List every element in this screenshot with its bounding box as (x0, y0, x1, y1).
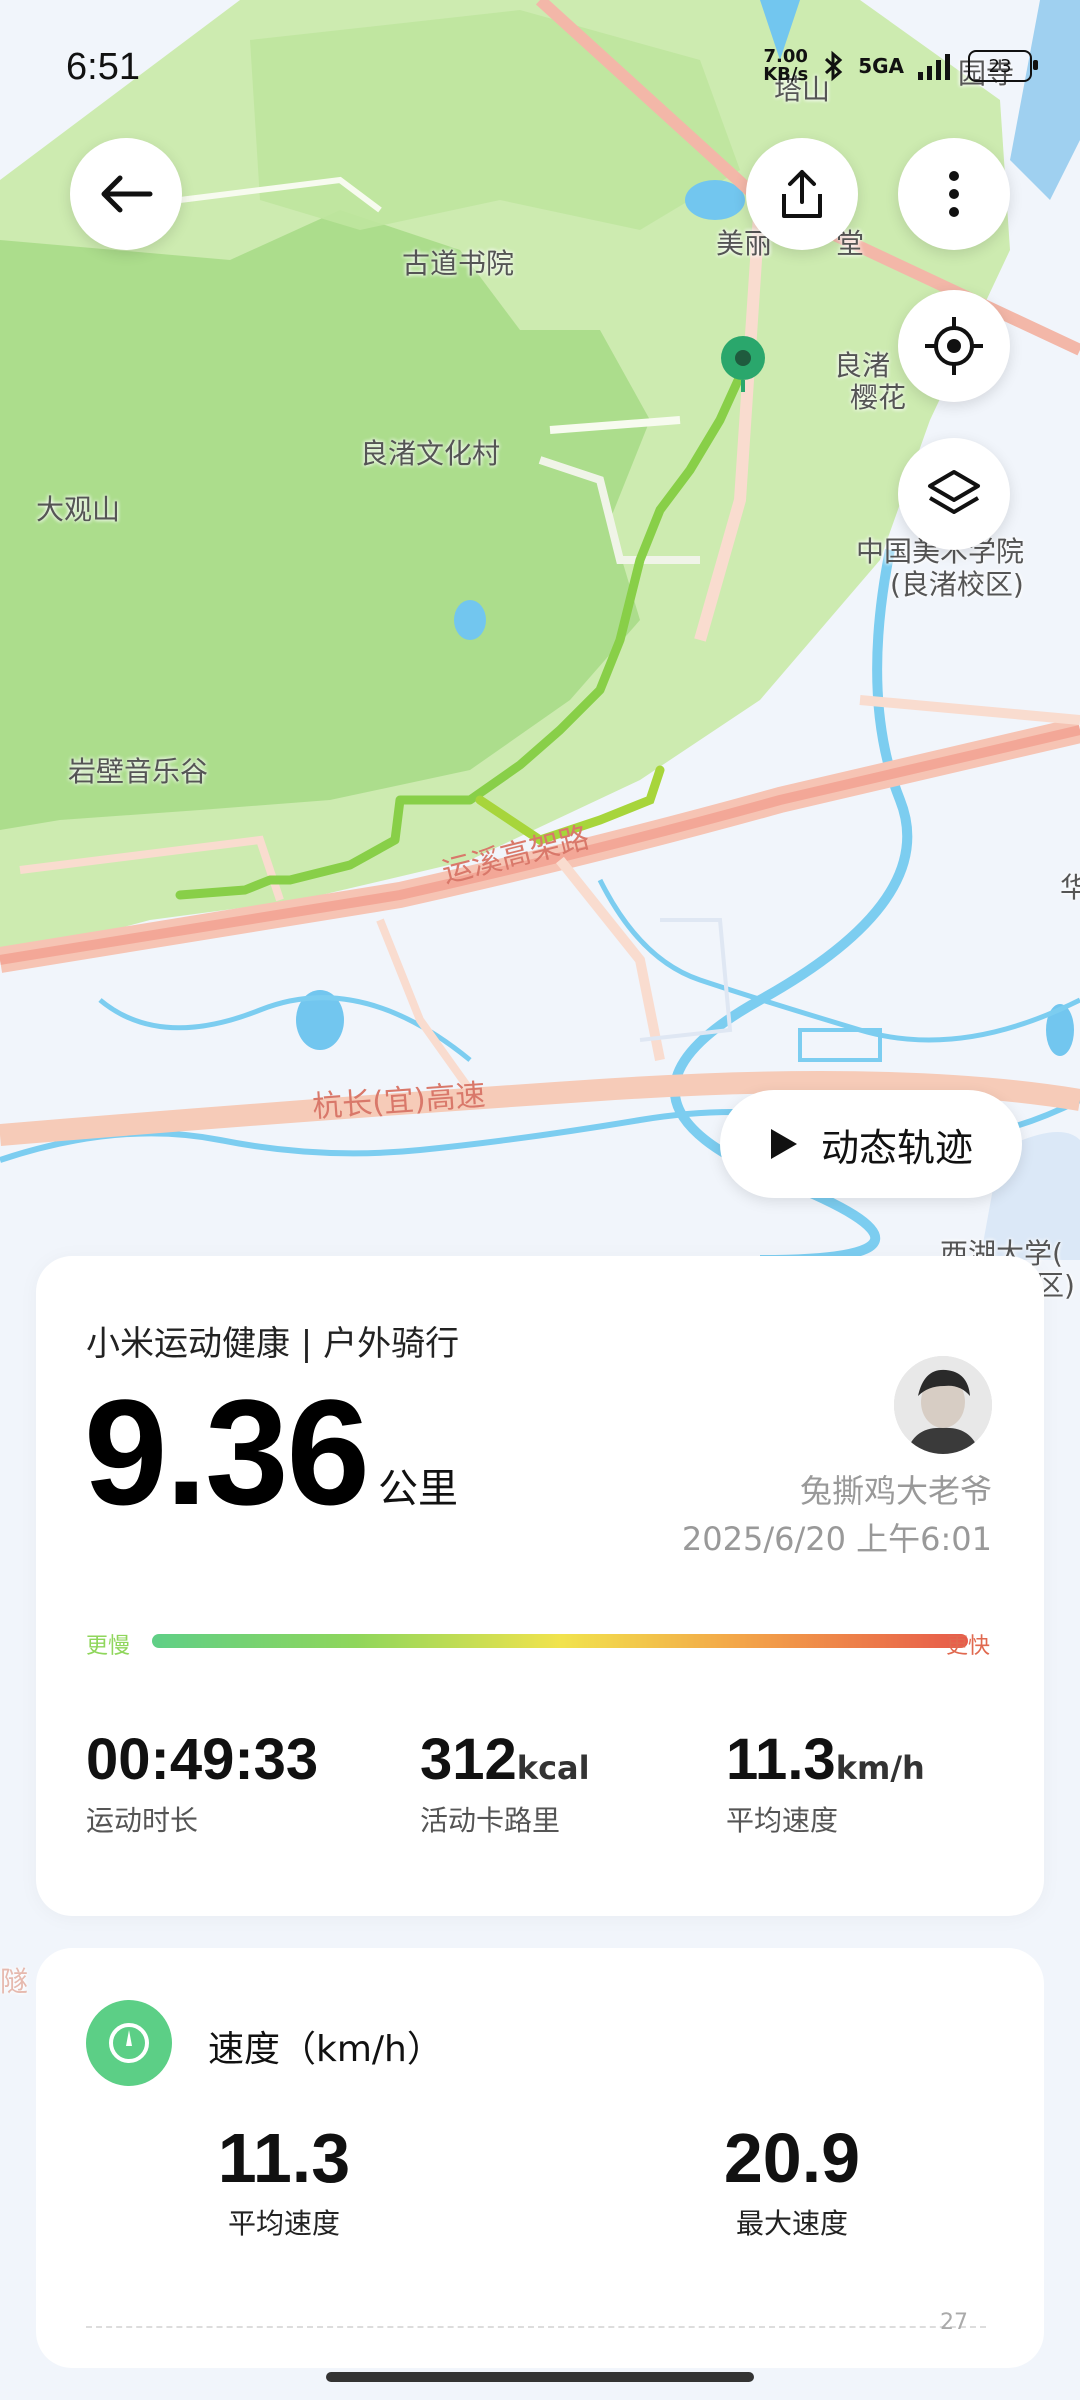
more-button[interactable] (898, 138, 1010, 250)
stat-duration-value: 00:49:33 (86, 1727, 319, 1792)
speed-chart-gridline (86, 2326, 986, 2328)
speedometer-icon (86, 2000, 172, 2086)
locate-button[interactable] (898, 290, 1010, 402)
user-avatar-image (894, 1356, 992, 1454)
speed-gradient-legend (152, 1634, 968, 1648)
user-name: 兔撕鸡大老爷 (799, 1472, 992, 1510)
faster-label: 更快 (946, 1634, 991, 1659)
stat-calories-label: 活动卡路里 (420, 1804, 561, 1837)
stat-avg-speed-unit: km/h (835, 1749, 925, 1787)
map-layers-button[interactable] (898, 438, 1010, 550)
stat-avg-speed-label: 平均速度 (726, 1804, 839, 1837)
workout-source-title: 小米运动健康 | 户外骑行 (86, 1324, 460, 1364)
stat-duration: 00:49:33 运动时长 (86, 1726, 318, 1839)
stat-calories-value: 312 (420, 1727, 517, 1792)
dynamic-track-button[interactable]: 动态轨迹 (720, 1090, 1022, 1198)
stat-calories-unit: kcal (516, 1749, 590, 1787)
net-speed-unit: KB/s (763, 64, 809, 85)
arrow-left-icon (101, 175, 153, 213)
avatar[interactable] (894, 1356, 992, 1454)
back-button[interactable] (70, 138, 182, 250)
status-bar: 6:51 7.00 KB/s 5GA 23 (0, 0, 1080, 130)
max-speed-metric: 20.9 最大速度 (662, 2118, 922, 2242)
speed-chart-axis-tick: 27 (940, 2310, 968, 2335)
workout-datetime: 2025/6/20 上午6:01 (681, 1520, 992, 1558)
avg-speed-value: 11.3 (217, 2119, 351, 2197)
share-button[interactable] (746, 138, 858, 250)
play-icon (770, 1129, 797, 1159)
avg-speed-metric: 11.3 平均速度 (154, 2118, 414, 2242)
home-indicator[interactable] (326, 2372, 754, 2382)
map-label-liangzhu-village: 良渚文化村 (360, 437, 501, 470)
map-label-gudao: 古道书院 (402, 247, 515, 280)
network-gen: 5GA (858, 54, 904, 78)
stat-avg-speed-value: 11.3 (726, 1727, 836, 1792)
distance-value: 9.36 (84, 1368, 370, 1536)
map-label-yanbi: 岩壁音乐谷 (68, 755, 209, 788)
avg-speed-label: 平均速度 (227, 2207, 340, 2240)
status-icons: 7.00 KB/s 5GA 23 (763, 48, 1038, 84)
more-vertical-icon (949, 171, 959, 217)
bluetooth-icon (825, 50, 843, 82)
max-speed-value: 20.9 (723, 2119, 861, 2197)
layers-icon (928, 470, 980, 514)
workout-summary-card: 小米运动健康 | 户外骑行 9.36 公里 兔撕鸡大老爷 2025/6/20 上… (36, 1256, 1044, 1916)
map-label-yinghua-2: 樱花 (850, 381, 907, 414)
dynamic-track-label: 动态轨迹 (820, 1125, 973, 1170)
status-time: 6:51 (66, 46, 140, 88)
distance-unit: 公里 (378, 1466, 458, 1512)
net-speed: 7.00 KB/s (763, 48, 808, 84)
speed-card-title: 速度（km/h） (208, 2029, 443, 2070)
battery-level: 23 (988, 55, 1012, 77)
speed-card[interactable]: 速度（km/h） 11.3 平均速度 20.9 最大速度 (36, 1948, 1044, 2368)
map-label-academy-campus: (良渚校区) (890, 568, 1024, 601)
map-label-daguanshan: 大观山 (36, 493, 121, 526)
signal-icon (918, 54, 950, 80)
share-icon (782, 170, 822, 218)
stat-avg-speed: 11.3km/h 平均速度 (726, 1726, 925, 1839)
map-label-edge-hua: 华 (1060, 871, 1080, 904)
target-icon (925, 317, 983, 375)
map-label-edge-sui: 隧 (0, 1965, 29, 1998)
slower-label: 更慢 (86, 1634, 131, 1659)
stat-calories: 312kcal 活动卡路里 (420, 1726, 590, 1839)
max-speed-label: 最大速度 (735, 2207, 848, 2240)
battery-icon: 23 (968, 50, 1038, 82)
stat-duration-label: 运动时长 (86, 1804, 199, 1837)
